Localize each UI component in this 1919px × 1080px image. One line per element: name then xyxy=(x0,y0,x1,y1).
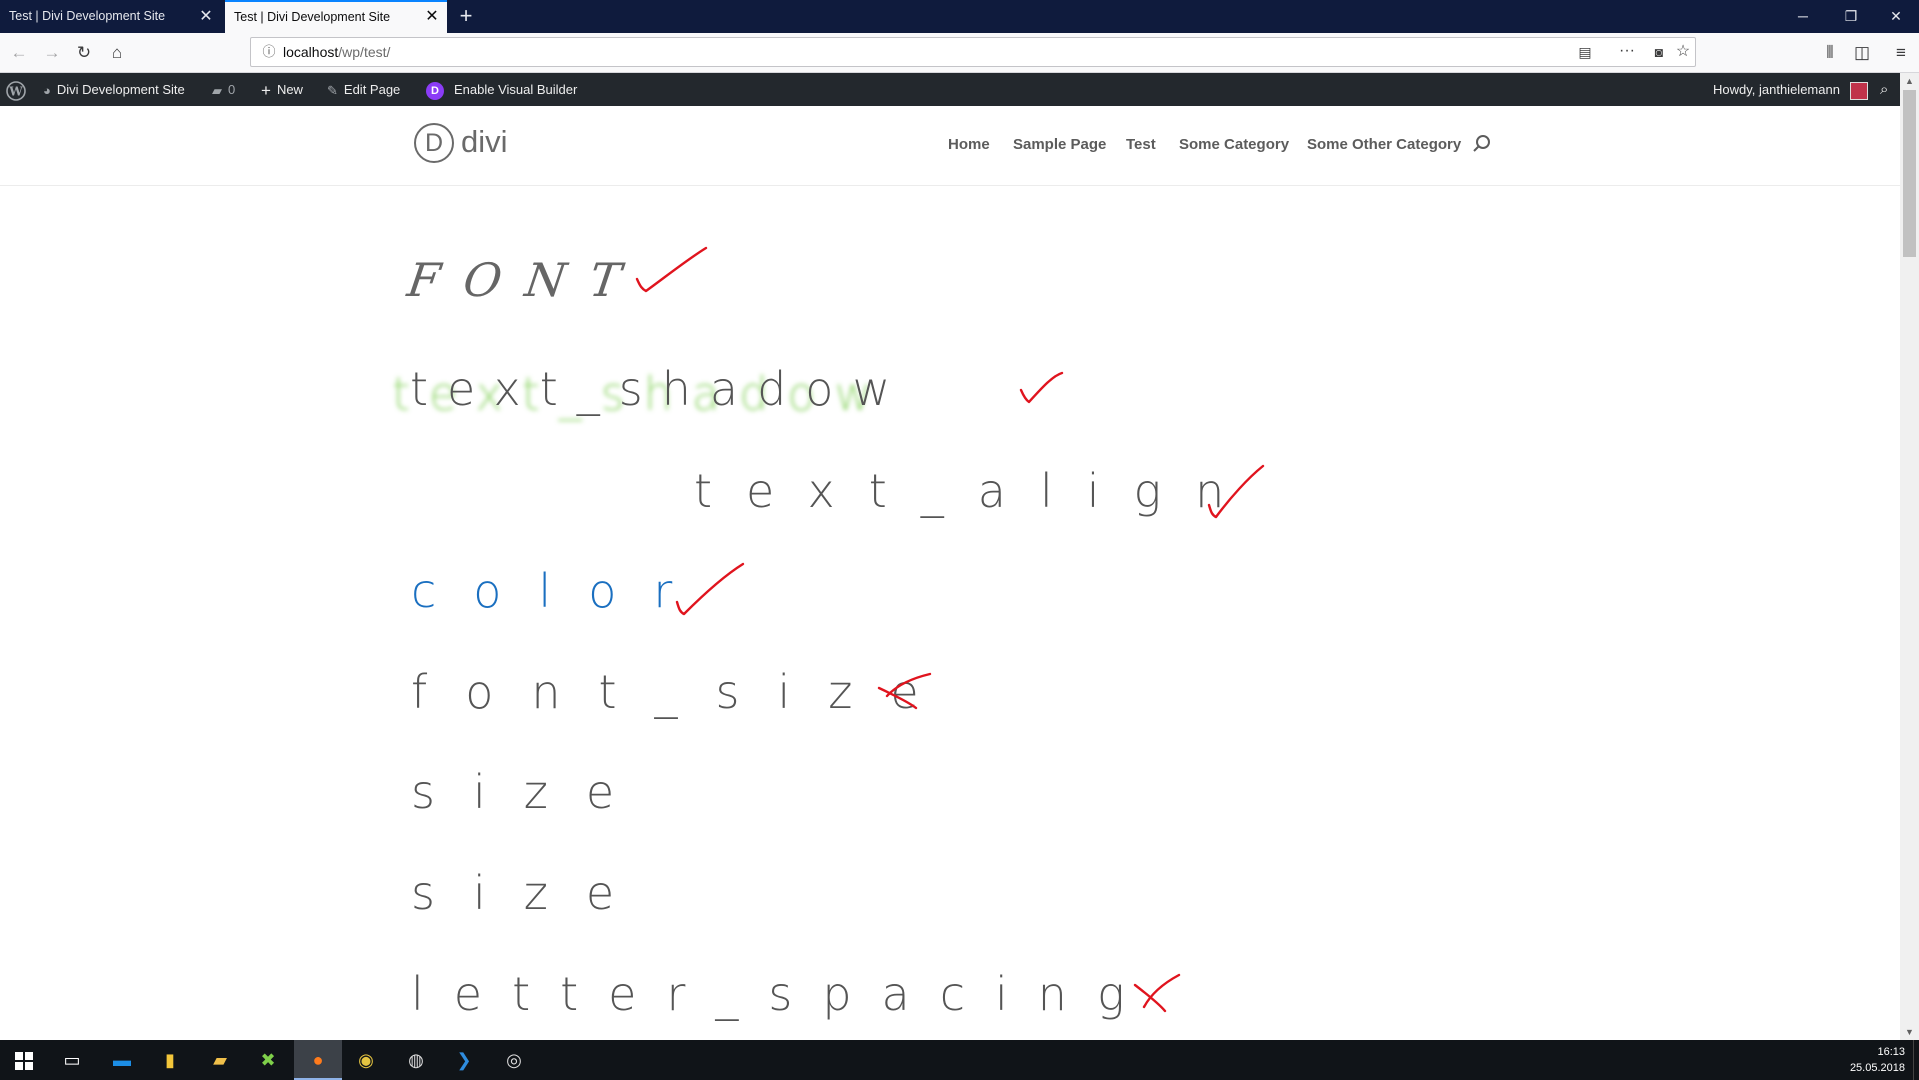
chrome-taskbar-icon[interactable]: ◉ xyxy=(342,1040,390,1080)
file-explorer-icon[interactable]: ▰ xyxy=(196,1040,244,1080)
vscode-taskbar-icon[interactable]: ❯ xyxy=(440,1040,488,1080)
cross-mark-font-size xyxy=(877,672,932,710)
mail-app-icon[interactable]: ▬ xyxy=(98,1040,146,1080)
check-mark-text-align xyxy=(1207,464,1265,519)
scroll-thumb[interactable] xyxy=(1903,90,1916,257)
windows-start-icon[interactable] xyxy=(0,1040,48,1080)
check-mark-text-shadow xyxy=(1019,371,1064,404)
scroll-up-icon[interactable]: ▲ xyxy=(1900,73,1919,89)
check-mark-color xyxy=(675,562,745,616)
page-scrollbar[interactable]: ▲ ▼ xyxy=(1900,73,1919,1040)
task-view-icon[interactable]: ▭ xyxy=(48,1040,96,1080)
windows-taskbar: ▭ ▬ ▮ ▰ ✖ ● ◉ ◍ ❯ ◎ 16:13 25.05.2018 xyxy=(0,1040,1919,1080)
firefox-taskbar-icon[interactable]: ● xyxy=(294,1040,342,1080)
clock-date: 25.05.2018 xyxy=(1849,1062,1905,1074)
app-taskbar-icon[interactable]: ◍ xyxy=(392,1040,440,1080)
notes-app-icon[interactable]: ▮ xyxy=(146,1040,194,1080)
tool-app-icon[interactable]: ✖ xyxy=(244,1040,292,1080)
check-mark-font xyxy=(635,246,708,293)
show-desktop-button[interactable] xyxy=(1913,1040,1919,1080)
clock-time: 16:13 xyxy=(1877,1046,1905,1058)
scroll-down-icon[interactable]: ▼ xyxy=(1900,1024,1919,1040)
annotation-overlay xyxy=(635,246,1265,1013)
cross-mark-letter-spacing xyxy=(1133,973,1181,1013)
obs-taskbar-icon[interactable]: ◎ xyxy=(490,1040,538,1080)
system-clock[interactable]: 16:13 25.05.2018 xyxy=(1850,1044,1905,1076)
